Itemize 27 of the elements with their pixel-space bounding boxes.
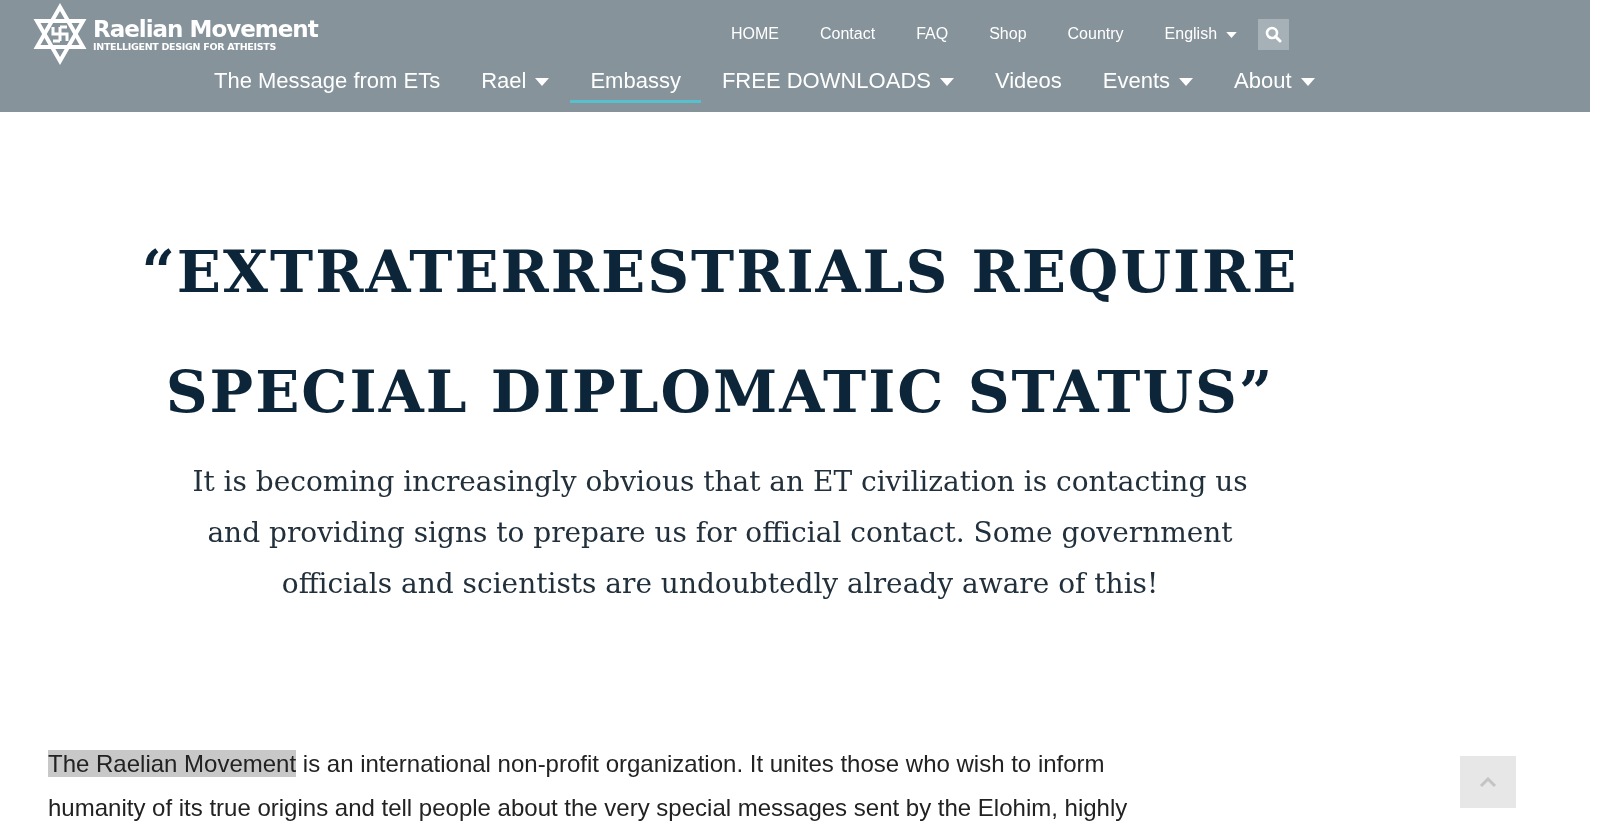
main-nav-link[interactable]: FREE DOWNLOADS	[701, 68, 974, 103]
caret-icon	[1226, 31, 1238, 38]
logo-tagline: INTELLIGENT DESIGN FOR ATHEISTS	[93, 40, 278, 52]
caret-icon	[1300, 78, 1315, 87]
main-nav-link[interactable]: Events	[1082, 68, 1214, 103]
top-nav-link[interactable]: HOME	[731, 25, 779, 43]
top-nav-link[interactable]: Shop	[989, 25, 1027, 43]
page-headline: “EXTRATERRESTRIALS REQUIRE SPECIAL DIPLOMATIC STATUS”	[140, 237, 1300, 428]
main-nav-link[interactable]: Videos	[974, 68, 1082, 103]
logo-title: Raelian Movement	[93, 16, 318, 41]
star-logo-icon[interactable]	[33, 3, 87, 65]
top-nav-link[interactable]: FAQ	[916, 25, 949, 43]
caret-icon	[1179, 78, 1194, 87]
search-button[interactable]	[1258, 18, 1290, 50]
language-dropdown[interactable]: English	[1164, 25, 1238, 43]
search-icon	[1265, 25, 1283, 43]
main-nav-link[interactable]: The Message from ETs	[194, 68, 461, 103]
main-nav-link[interactable]: Embassy	[570, 68, 701, 103]
main-nav-link[interactable]: About	[1214, 68, 1335, 103]
subtitle-paragraph: It is becoming increasingly obvious that an ET civilization is contacting us and providing signs to prepare us for official contact. Some government officials and scientists are undoubtedly already aware of this!	[191, 464, 1249, 602]
chevron-up-icon	[1479, 776, 1497, 788]
main-nav-link[interactable]: Rael	[461, 68, 570, 103]
caret-icon	[535, 78, 550, 87]
intro-paragraph: The Raelian Movement is an international non-profit organization. It unites those who wish to inform humanity of its true origins and tell people about the very special messages sent by the Elohim, highly	[48, 749, 1129, 823]
top-nav-link[interactable]: Country	[1067, 25, 1124, 43]
caret-icon	[939, 78, 954, 87]
top-nav-link[interactable]: Contact	[820, 25, 876, 43]
